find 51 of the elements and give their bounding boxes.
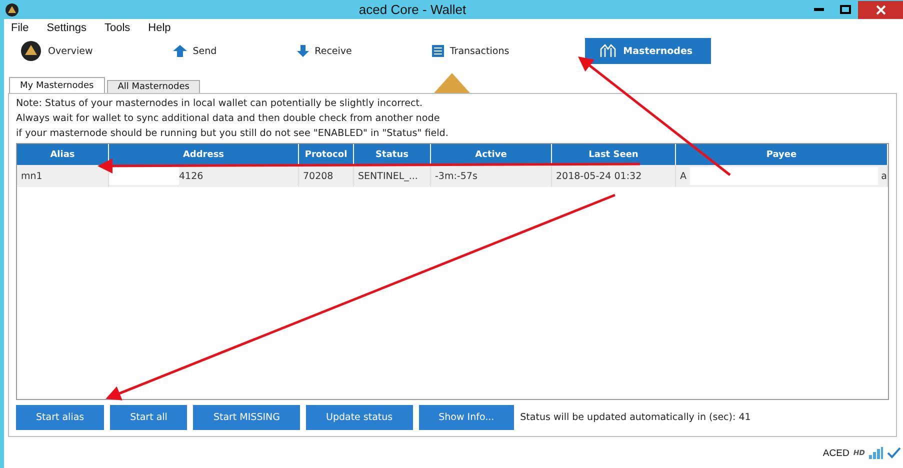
down-arrow-icon [296, 45, 309, 57]
toolbar-tab[interactable]: Overview [16, 38, 109, 64]
up-arrow-icon [172, 45, 187, 57]
menu-item[interactable]: File [11, 22, 29, 34]
tab[interactable]: My Masternodes [9, 77, 105, 93]
signal-bars-icon [869, 447, 883, 459]
column-header[interactable]: Last Seen [552, 144, 676, 165]
table-cell: SENTINEL_... [354, 165, 431, 187]
column-header[interactable]: Protocol [299, 144, 354, 165]
toolbar-tab[interactable]: Receive [292, 38, 368, 64]
table-cell: 2018-05-24 01:32 [552, 165, 676, 187]
tab[interactable]: All Masternodes [106, 80, 200, 93]
toolbar-tab[interactable]: Send [168, 38, 233, 64]
note-text: Always wait for wallet to sync additional data and then double check from another node [16, 113, 441, 124]
check-icon [887, 447, 901, 459]
note-text: Note: Status of your masternodes in local wallet can potentially be slightly incorrect. [16, 98, 424, 109]
menu-item[interactable]: Tools [104, 22, 130, 34]
redaction-block [109, 167, 179, 185]
toolbar-tab[interactable]: Transactions [428, 38, 526, 64]
column-header[interactable]: Active [431, 144, 552, 165]
address-text: 4126 [179, 170, 204, 182]
logo-peak-icon [434, 73, 470, 93]
update-countdown-text: Status will be updated automatically in (sec): 41 [520, 412, 751, 423]
close-icon [876, 4, 886, 14]
table-cell: 70208 [299, 165, 354, 187]
action-button[interactable]: Update status [306, 405, 413, 430]
column-header[interactable]: Status [354, 144, 431, 165]
menu-item[interactable]: Help [148, 22, 171, 34]
column-header[interactable]: Address [109, 144, 299, 165]
minimize-icon [814, 8, 824, 11]
table-cell: -3m:-57s [431, 165, 552, 187]
window-title: aced Core - Wallet [358, 2, 468, 17]
unit-label: ACED [822, 448, 850, 458]
action-button[interactable]: Start all [110, 405, 188, 430]
payee-text: a [881, 170, 887, 182]
note-text: if your masternode should be running but you still do not see "ENABLED" in "Status" field. [16, 128, 450, 139]
list-icon [432, 45, 444, 57]
table-cell: mn1 [17, 165, 109, 187]
action-button[interactable]: Show Info... [418, 405, 514, 430]
app-logo-icon [5, 2, 19, 16]
action-button[interactable]: Start MISSING [193, 405, 300, 430]
toolbar-tab[interactable]: Masternodes [585, 38, 712, 64]
menu-item[interactable]: Settings [46, 22, 86, 34]
payee-text: A [680, 170, 686, 182]
close-button[interactable] [858, 0, 903, 18]
action-button[interactable]: Start alias [16, 405, 104, 430]
column-header[interactable]: Alias [17, 144, 109, 165]
maximize-icon [840, 5, 850, 14]
column-header[interactable]: Payee [676, 144, 888, 165]
node-icon [599, 44, 618, 58]
coin-logo-icon [20, 40, 42, 62]
